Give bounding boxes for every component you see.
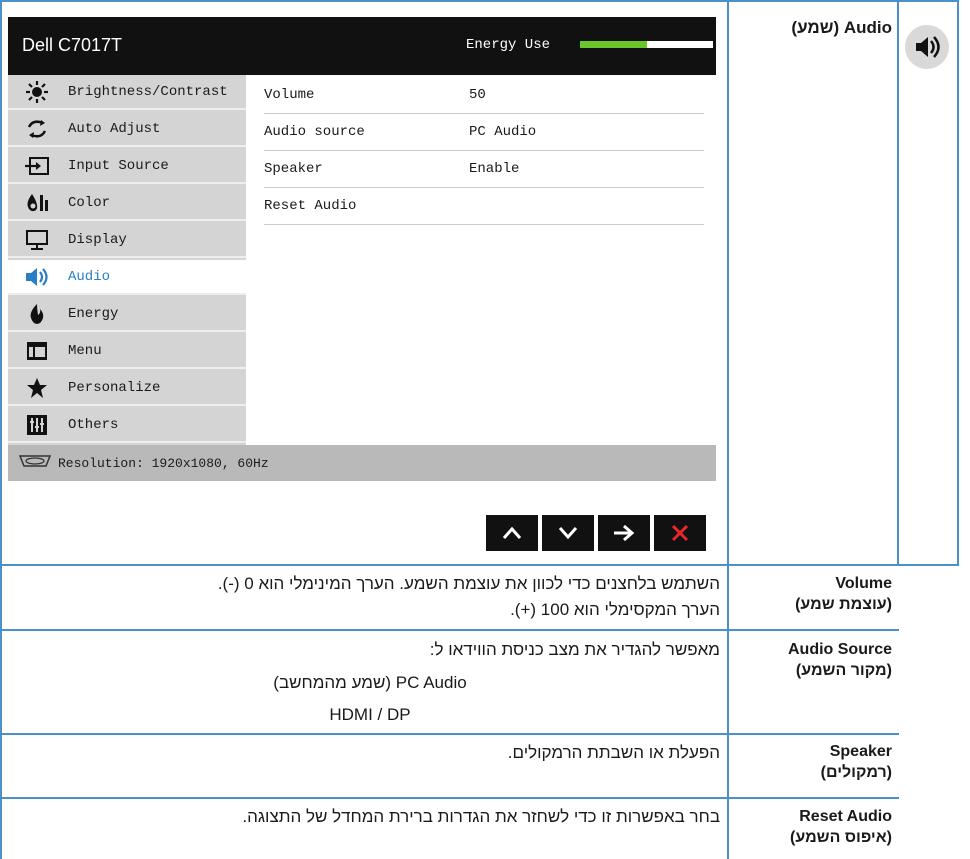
star-icon [22,375,52,401]
row-label-he: (רמקולים) [820,764,892,781]
row-label-en: Speaker [829,743,892,760]
row-text-line: השתמש בלחצנים כדי לכוון את עוצמת השמע. ה… [217,574,720,593]
submenu-label: Reset Audio [264,198,357,214]
row-label-he: (עוצמת שמע) [795,596,892,613]
row-label-audio-source: Audio Source (מקור השמע) [742,639,892,681]
monitor-model: Dell C7017T [22,35,123,55]
up-arrow-icon[interactable] [486,515,538,551]
osd-nav-buttons [486,515,710,553]
row-text-volume: השתמש בלחצנים כדי לכוון את עוצמת השמע. ה… [20,571,720,623]
osd-status-bar: Resolution: 1920x1080, 60Hz [8,445,716,481]
submenu-value: PC Audio [469,124,537,140]
table-divider-main [727,0,729,859]
menu-item-label: Audio [68,268,111,285]
brightness-icon [22,79,52,105]
menu-item-label: Display [68,231,127,248]
color-icon [22,190,52,216]
menu-item-display[interactable]: Display [8,223,246,258]
submenu-value: Enable [469,161,520,177]
osd-menu: Dell C7017T Energy Use Brightness/Contra… [8,17,716,551]
section-title: Audio (שמע) [791,18,892,37]
osd-main-menu: Brightness/Contrast Auto Adjust Input So… [8,75,246,445]
menu-item-label: Energy [68,305,119,322]
energy-use-bar [580,41,713,48]
submenu-label: Volume [264,87,315,103]
row-label-en: Reset Audio [799,808,892,825]
row-label-en: Volume [835,575,892,592]
menu-item-auto-adjust[interactable]: Auto Adjust [8,112,246,147]
row-text-line: הערך המקסימלי הוא 100 (+). [510,600,720,619]
row-text-speaker: הפעלת או השבתת הרמקולים. [20,740,720,766]
table-row-divider [0,733,729,735]
input-source-icon [22,153,52,179]
menu-item-label: Color [68,194,111,211]
row-text-line: בחר באפשרות זו כדי לשחזר את הגדרות ברירת… [242,807,720,826]
osd-submenu: Volume 50 Audio source PC Audio Speaker … [246,75,716,445]
submenu-row-audio-source[interactable]: Audio source PC Audio [264,114,704,151]
right-arrow-icon[interactable] [598,515,650,551]
option-pc-audio: PC Audio (שמע מהמחשב) [273,673,467,692]
row-label-he: (איפוס השמע) [790,829,892,846]
close-icon[interactable] [654,515,706,551]
submenu-row-speaker[interactable]: Speaker Enable [264,151,704,188]
row-label-he: (מקור השמע) [795,662,892,679]
menu-item-menu[interactable]: Menu [8,334,246,369]
down-arrow-icon[interactable] [542,515,594,551]
menu-item-label: Input Source [68,157,169,174]
row-text-reset-audio: בחר באפשרות זו כדי לשחזר את הגדרות ברירת… [20,804,720,830]
sliders-icon [22,412,52,438]
menu-item-color[interactable]: Color [8,186,246,221]
menu-item-input-source[interactable]: Input Source [8,149,246,184]
menu-item-energy[interactable]: Energy [8,297,246,332]
table-row-divider [0,797,729,799]
table-border-right [957,0,959,566]
table-row-divider [0,564,959,566]
menu-item-label: Others [68,416,119,433]
auto-adjust-icon [22,116,52,142]
row-text-line: מאפשר להגדיר את מצב כניסת הווידאו ל: [429,640,720,659]
submenu-value: 50 [469,87,486,103]
menu-item-personalize[interactable]: Personalize [8,371,246,406]
row-label-volume: Volume (עוצמת שמע) [742,573,892,615]
menu-item-brightness-contrast[interactable]: Brightness/Contrast [8,75,246,110]
row-label-speaker: Speaker (רמקולים) [742,741,892,783]
menu-item-others[interactable]: Others [8,408,246,443]
speaker-icon [905,25,949,69]
option-hdmi-dp: HDMI / DP [329,705,411,724]
table-row-divider [0,629,729,631]
submenu-row-volume[interactable]: Volume 50 [264,77,704,114]
table-border-left [0,0,2,859]
row-text-audio-source: מאפשר להגדיר את מצב כניסת הווידאו ל: [20,637,720,663]
table-row-divider [727,733,899,735]
menu-item-audio[interactable]: Audio [8,260,246,295]
table-divider-icon [897,0,899,566]
osd-header: Dell C7017T Energy Use [8,17,716,75]
table-row-divider [727,629,899,631]
menu-item-label: Auto Adjust [68,120,161,137]
energy-use-label: Energy Use [466,37,551,53]
table-top-border [0,0,959,2]
menu-icon [22,338,52,364]
submenu-row-reset-audio[interactable]: Reset Audio [264,188,704,225]
vga-connector-icon [18,453,52,473]
submenu-label: Audio source [264,124,365,140]
audio-icon [22,264,52,290]
menu-item-label: Brightness/Contrast [68,83,228,100]
resolution-text: Resolution: 1920x1080, 60Hz [58,455,269,471]
table-row-divider [727,797,899,799]
row-text-line: הפעלת או השבתת הרמקולים. [507,743,720,762]
row-label-en: Audio Source [787,641,892,658]
menu-item-label: Personalize [68,379,161,396]
row-label-reset-audio: Reset Audio (איפוס השמע) [742,806,892,848]
energy-use-fill [580,41,647,48]
submenu-label: Speaker [264,161,323,177]
energy-icon [22,301,52,327]
menu-item-label: Menu [68,342,102,359]
display-icon [22,227,52,253]
